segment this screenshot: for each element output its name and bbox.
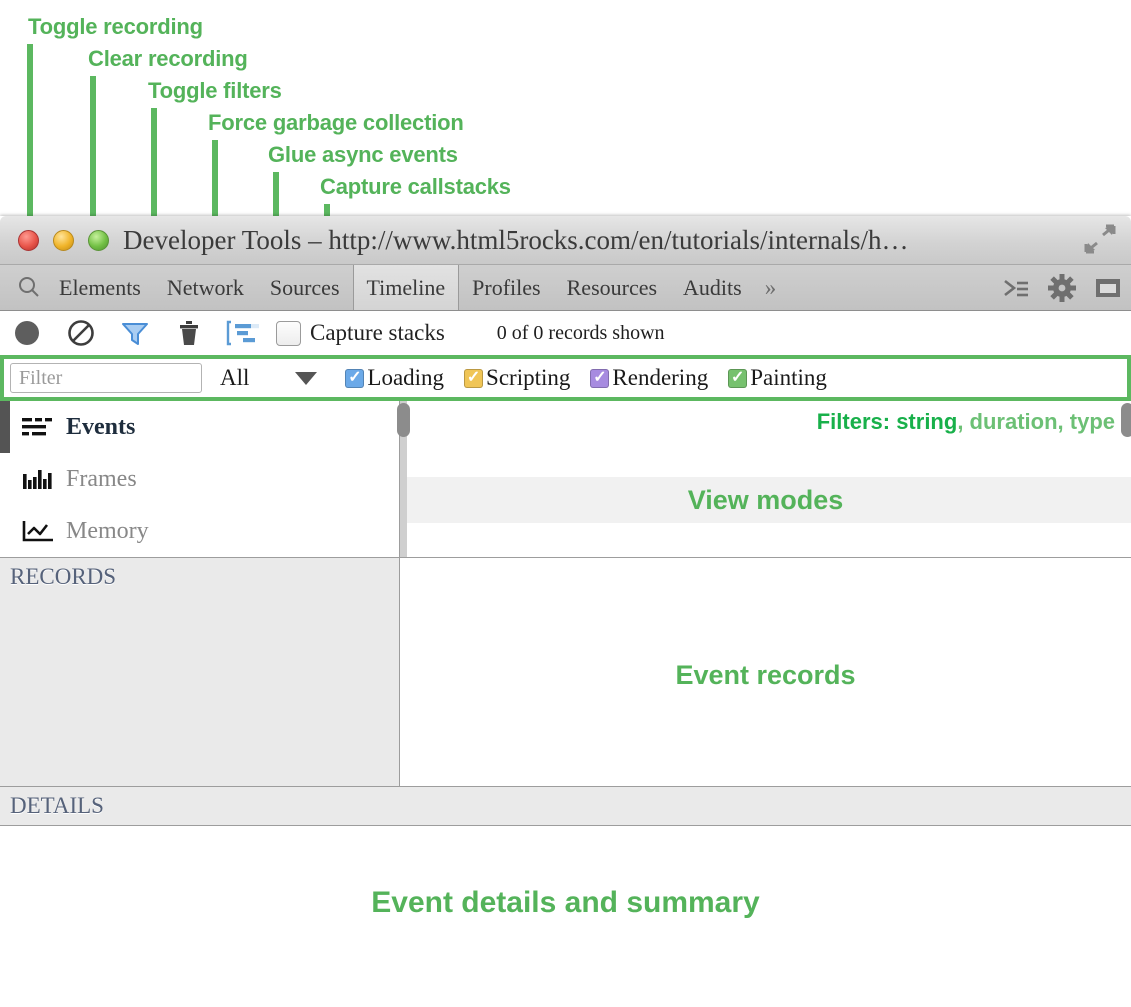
- console-drawer-icon[interactable]: [1001, 273, 1031, 303]
- duration-filter-value: All: [220, 365, 250, 390]
- chevron-down-icon: [295, 371, 318, 385]
- scrollbar-thumb[interactable]: [1121, 403, 1131, 437]
- tab-resources[interactable]: Resources: [554, 265, 670, 310]
- timeline-overview-pane: View modes Filters: string, duration, ty…: [400, 401, 1131, 557]
- capture-stacks-checkbox[interactable]: [276, 320, 301, 346]
- category-label-painting: Painting: [750, 365, 827, 390]
- checkbox-checked-icon: ✓: [590, 368, 610, 388]
- callout-label-force-garbage-collection: Force garbage collection: [208, 110, 464, 135]
- records-pane: RECORDS: [0, 558, 400, 786]
- callout-label-capture-callstacks: Capture callstacks: [320, 174, 511, 199]
- record-button[interactable]: [0, 311, 54, 355]
- events-lines-icon: [22, 416, 62, 438]
- view-mode-label-frames: Frames: [66, 465, 137, 492]
- checkbox-checked-icon: ✓: [728, 368, 748, 388]
- filter-button[interactable]: [108, 311, 162, 355]
- capture-stacks-label: Capture stacks: [310, 320, 445, 345]
- tab-sources[interactable]: Sources: [257, 265, 353, 310]
- close-button[interactable]: [18, 229, 39, 251]
- callout-label-toggle-recording: Toggle recording: [28, 14, 203, 39]
- record-circle-icon: [15, 321, 39, 345]
- category-label-loading: Loading: [367, 365, 445, 390]
- view-mode-label-events: Events: [66, 413, 136, 440]
- callout-label-event-records: Event records: [675, 660, 856, 690]
- gear-icon[interactable]: [1047, 273, 1077, 303]
- details-body: Event details and summary: [0, 826, 1131, 996]
- frames-bars-icon: [22, 468, 62, 490]
- memory-linechart-icon: [22, 519, 62, 543]
- category-filter-scripting[interactable]: ✓ Scripting: [464, 365, 570, 391]
- tab-elements[interactable]: Elements: [46, 265, 154, 310]
- callout-label-filters: Filters: string, duration, type: [817, 409, 1115, 435]
- tab-audits[interactable]: Audits: [670, 265, 755, 310]
- details-title: DETAILS: [10, 793, 104, 818]
- devtools-tabbar: Elements Network Sources Timeline Profil…: [0, 265, 1131, 311]
- trash-icon: [180, 321, 198, 345]
- category-filter-rendering[interactable]: ✓ Rendering: [590, 365, 708, 391]
- callout-label-toggle-filters: Toggle filters: [148, 78, 282, 103]
- view-mode-events[interactable]: Events: [0, 401, 399, 453]
- records-shown-status: 0 of 0 records shown: [496, 321, 665, 344]
- timeline-toolbar: Capture stacks 0 of 0 records shown: [0, 311, 1131, 355]
- garbage-collect-button[interactable]: [162, 311, 216, 355]
- filter-input[interactable]: Filter: [10, 363, 202, 393]
- overview-scrollbar-right[interactable]: [1121, 401, 1131, 557]
- details-header: DETAILS: [0, 786, 1131, 826]
- minimize-button[interactable]: [53, 229, 74, 251]
- timeline-overview-section: Events Frames Memory View modes Filters:…: [0, 401, 1131, 557]
- callout-label-glue-async-events: Glue async events: [268, 142, 458, 167]
- overview-scrollbar-left[interactable]: [397, 401, 410, 557]
- dock-window-icon[interactable]: [1093, 273, 1123, 303]
- view-mode-memory[interactable]: Memory: [0, 505, 399, 557]
- records-section: RECORDS Event records: [0, 557, 1131, 786]
- clear-button[interactable]: [54, 311, 108, 355]
- category-filter-loading[interactable]: ✓ Loading: [345, 365, 444, 391]
- category-filters: ✓ Loading ✓ Scripting ✓ Rendering ✓ Pain…: [345, 365, 827, 391]
- no-entry-icon: [68, 320, 94, 346]
- callout-label-event-details: Event details and summary: [371, 886, 760, 919]
- checkbox-checked-icon: ✓: [464, 368, 484, 388]
- tab-network[interactable]: Network: [154, 265, 257, 310]
- callout-label-view-modes: View modes: [687, 485, 844, 515]
- window-title: Developer Tools – http://www.html5rocks.…: [123, 224, 909, 255]
- search-icon[interactable]: [12, 273, 46, 303]
- devtools-window: Developer Tools – http://www.html5rocks.…: [0, 216, 1131, 1007]
- tab-timeline[interactable]: Timeline: [352, 265, 460, 310]
- funnel-icon: [122, 323, 148, 345]
- glue-async-events-button[interactable]: [216, 311, 270, 355]
- category-label-rendering: Rendering: [612, 365, 709, 390]
- callout-filters-prefix: Filters: string: [816, 409, 958, 434]
- view-mode-frames[interactable]: Frames: [0, 453, 399, 505]
- records-title: RECORDS: [10, 564, 117, 589]
- expand-arrows-icon[interactable]: [1083, 224, 1117, 254]
- tab-overflow-chevron[interactable]: »: [755, 265, 787, 310]
- timeline-filterbar: Filter All ✓ Loading ✓ Scripting ✓ Rende…: [0, 355, 1131, 401]
- view-mode-list: Events Frames Memory: [0, 401, 400, 557]
- duration-filter-select[interactable]: All: [220, 365, 318, 391]
- glue-async-icon: [226, 320, 259, 346]
- view-mode-label-memory: Memory: [66, 517, 149, 544]
- zoom-button[interactable]: [88, 229, 109, 251]
- selection-indicator: [0, 401, 10, 453]
- callout-label-clear-recording: Clear recording: [88, 46, 248, 71]
- event-records-pane: Event records: [400, 558, 1131, 786]
- traffic-lights: [18, 229, 109, 251]
- callout-filters-suffix: , duration, type: [957, 409, 1115, 434]
- tabbar-right-icons: [1001, 273, 1123, 303]
- window-titlebar: Developer Tools – http://www.html5rocks.…: [0, 216, 1131, 265]
- scrollbar-thumb[interactable]: [397, 403, 410, 437]
- tab-profiles[interactable]: Profiles: [459, 265, 553, 310]
- category-filter-painting[interactable]: ✓ Painting: [728, 365, 827, 391]
- category-label-scripting: Scripting: [486, 365, 571, 390]
- checkbox-checked-icon: ✓: [345, 368, 365, 388]
